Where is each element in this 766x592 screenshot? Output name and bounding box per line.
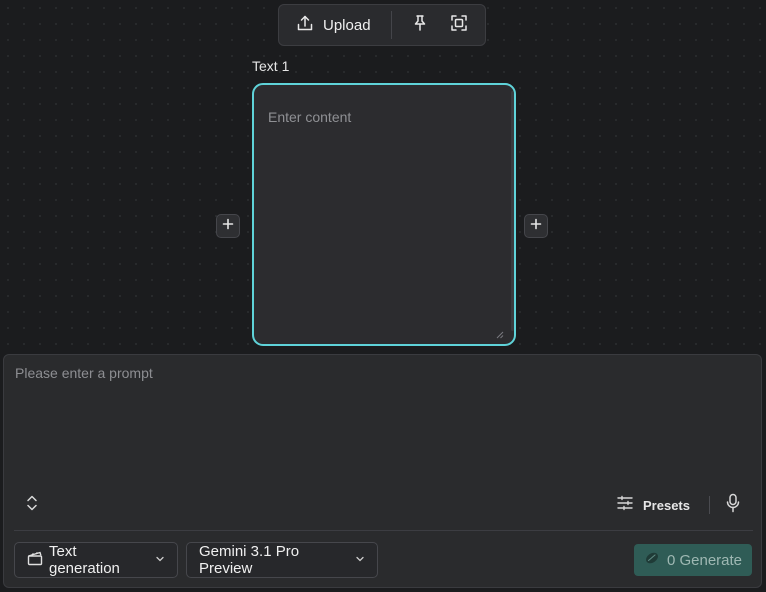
sliders-icon <box>616 494 634 517</box>
mode-dropdown[interactable]: Text generation <box>14 542 178 578</box>
frame-icon <box>450 14 468 37</box>
pin-icon <box>412 14 428 37</box>
node-content-input[interactable] <box>254 85 511 344</box>
generate-button[interactable]: 0 Generate <box>634 544 752 576</box>
upload-icon <box>296 14 314 37</box>
expand-button[interactable] <box>22 495 42 515</box>
toolbar-divider <box>390 11 392 39</box>
presets-button[interactable]: Presets <box>616 493 690 517</box>
text-node-card <box>252 83 516 346</box>
prompt-input[interactable] <box>4 355 761 475</box>
upload-label: Upload <box>323 16 371 34</box>
microphone-icon <box>725 493 741 518</box>
plus-icon <box>222 217 234 235</box>
fit-view-button[interactable] <box>442 5 476 45</box>
presets-label: Presets <box>643 497 690 513</box>
model-dropdown[interactable]: Gemini 3.1 Pro Preview <box>186 542 378 578</box>
pin-button[interactable] <box>403 5 437 45</box>
bean-icon <box>644 550 660 571</box>
canvas-toolbar: Upload <box>278 4 486 46</box>
upload-button[interactable]: Upload <box>279 5 391 45</box>
microphone-button[interactable] <box>722 493 744 518</box>
chevron-down-icon <box>155 551 165 569</box>
node-scrollbar[interactable] <box>511 91 514 331</box>
generate-label: 0 Generate <box>666 551 743 569</box>
model-label: Gemini 3.1 Pro Preview <box>199 543 300 577</box>
plus-icon <box>530 217 542 235</box>
panel-divider <box>14 530 753 531</box>
add-node-left-button[interactable] <box>216 214 240 238</box>
expand-vertical-icon <box>25 494 39 517</box>
mode-label: Text generation <box>49 543 120 577</box>
resize-handle-icon[interactable] <box>496 326 504 339</box>
mic-divider <box>709 496 710 514</box>
chevron-down-icon <box>355 551 365 569</box>
node-title: Text 1 <box>252 58 290 74</box>
prompt-panel: Presets Text generation Gemini 3.1 Pro P… <box>3 354 762 588</box>
clapperboard-icon <box>27 550 43 571</box>
add-node-right-button[interactable] <box>524 214 548 238</box>
